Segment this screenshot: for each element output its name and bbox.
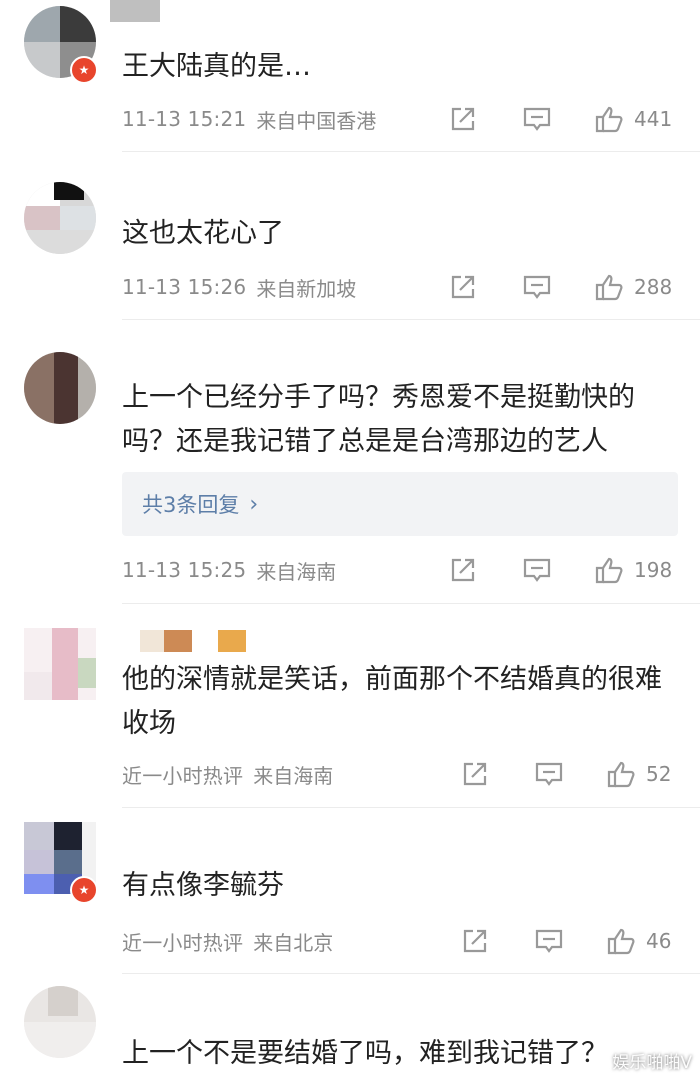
chevron-right-icon: ›: [249, 491, 259, 517]
like-count: 288: [634, 275, 673, 299]
comment-button[interactable]: [534, 757, 564, 791]
thumbs-up-icon: [607, 928, 635, 955]
share-button[interactable]: [448, 270, 478, 304]
like-button[interactable]: 288: [594, 270, 672, 304]
thumbs-up-icon: [595, 274, 623, 301]
comment-time: 近一小时热评: [122, 930, 244, 955]
comment-text: 这也太花心了: [122, 218, 284, 249]
username-blur: [218, 630, 246, 652]
username-blur: [164, 630, 192, 652]
avatar[interactable]: [24, 352, 96, 424]
watermark: 娱乐啪啪V: [612, 1053, 692, 1073]
comment-icon: [523, 107, 551, 131]
comment-text: 有点像李毓芬: [122, 870, 284, 901]
share-icon: [451, 275, 475, 299]
comment-icon: [535, 929, 563, 953]
share-icon: [463, 929, 487, 953]
comment-actions: 288: [448, 270, 680, 304]
avatar[interactable]: [24, 182, 96, 254]
thumbs-up-icon: [595, 106, 623, 133]
like-count: 52: [646, 762, 672, 786]
avatar[interactable]: [24, 986, 96, 1058]
share-button[interactable]: [460, 757, 490, 791]
comment-item: ★ 有点像李毓芬 近一小时热评 来自北京 46: [0, 808, 700, 974]
comment-item: 他的深情就是笑话，前面那个不结婚真的很难收场 近一小时热评 来自海南 52: [0, 604, 700, 808]
comment-actions: 441: [448, 102, 680, 136]
share-icon: [463, 762, 487, 786]
comment-item: ★ 王大陆真的是… 11-13 15:21 来自中国香港 441: [0, 0, 700, 152]
comment-time: 11-13 15:25: [122, 558, 247, 582]
like-button[interactable]: 46: [606, 924, 671, 958]
comment-text: 王大陆真的是…: [122, 51, 311, 82]
like-button[interactable]: 52: [606, 757, 671, 791]
comment-button[interactable]: [522, 553, 552, 587]
share-button[interactable]: [448, 102, 478, 136]
comment-text: 上一个已经分手了吗？秀恩爱不是挺勤快的吗？还是我记错了总是是台湾那边的艺人: [122, 382, 635, 457]
comment-text: 他的深情就是笑话，前面那个不结婚真的很难收场: [122, 664, 662, 739]
like-button[interactable]: 198: [594, 553, 672, 587]
comment-text: 上一个不是要结婚了吗，难到我记错了？: [122, 1038, 608, 1069]
comment-actions: 198: [448, 553, 680, 587]
share-icon: [451, 558, 475, 582]
replies-count-label: 共3条回复: [142, 493, 240, 517]
comment-location: 来自海南: [256, 559, 337, 584]
username[interactable]: [140, 630, 164, 652]
username[interactable]: [110, 0, 160, 22]
avatar[interactable]: [24, 628, 96, 700]
like-button[interactable]: 441: [594, 102, 672, 136]
comment-location: 来自新加坡: [256, 276, 357, 301]
replies-link[interactable]: 共3条回复 ›: [122, 472, 678, 536]
like-count: 441: [634, 107, 673, 131]
comment-icon: [523, 558, 551, 582]
comment-time: 11-13 15:26: [122, 275, 247, 299]
verified-badge-icon: ★: [70, 876, 98, 904]
comment-button[interactable]: [534, 924, 564, 958]
comment-actions: 52: [448, 757, 680, 791]
comment-icon: [535, 762, 563, 786]
comment-location: 来自北京: [253, 930, 334, 955]
comment-actions: 46: [448, 924, 680, 958]
like-count: 46: [646, 929, 672, 953]
comment-button[interactable]: [522, 270, 552, 304]
comment-icon: [523, 275, 551, 299]
like-count: 198: [634, 558, 673, 582]
thumbs-up-icon: [595, 557, 623, 584]
comment-location: 来自海南: [253, 763, 334, 788]
comment-item: 上一个不是要结婚了吗，难到我记错了？: [0, 974, 700, 1079]
comment-item: 这也太花心了 11-13 15:26 来自新加坡 288: [0, 152, 700, 320]
comment-location: 来自中国香港: [256, 108, 377, 133]
comment-time: 近一小时热评: [122, 763, 244, 788]
comment-item: 上一个已经分手了吗？秀恩爱不是挺勤快的吗？还是我记错了总是是台湾那边的艺人 共3…: [0, 320, 700, 604]
share-button[interactable]: [460, 924, 490, 958]
share-icon: [451, 107, 475, 131]
comment-time: 11-13 15:21: [122, 107, 247, 131]
verified-badge-icon: ★: [70, 56, 98, 84]
share-button[interactable]: [448, 553, 478, 587]
comment-button[interactable]: [522, 102, 552, 136]
thumbs-up-icon: [607, 761, 635, 788]
